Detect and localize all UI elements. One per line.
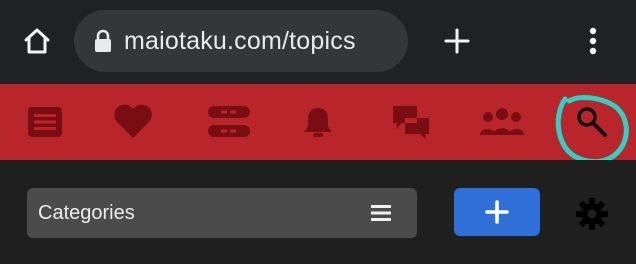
gear-icon [576, 198, 608, 230]
more-vert-icon [589, 27, 597, 55]
nav-item-toggles[interactable] [203, 100, 255, 144]
nav-item-search[interactable] [566, 100, 618, 144]
hamburger-icon [371, 205, 391, 221]
categories-dropdown[interactable]: Categories [27, 188, 417, 238]
address-bar[interactable]: maiotaku.com/topics [74, 10, 408, 72]
users-icon [480, 108, 524, 135]
nav-item-notifications[interactable] [292, 100, 344, 144]
home-icon [24, 28, 50, 54]
toggle-list-icon [208, 106, 250, 137]
topics-toolbar: Categories [0, 160, 636, 264]
menu-list-icon [28, 107, 62, 137]
browser-menu-button[interactable] [578, 20, 608, 62]
nav-item-menu[interactable] [19, 100, 71, 144]
lock-icon [94, 29, 112, 53]
nav-item-chat[interactable] [385, 100, 437, 144]
nav-item-favorites[interactable] [107, 100, 159, 144]
heart-icon [114, 104, 152, 138]
url-text: maiotaku.com/topics [124, 26, 356, 55]
nav-item-users[interactable] [476, 100, 528, 144]
site-nav-bar [0, 84, 636, 160]
browser-toolbar: maiotaku.com/topics [0, 0, 636, 84]
home-button[interactable] [18, 22, 56, 60]
bell-icon [304, 108, 332, 137]
settings-button[interactable] [572, 194, 612, 234]
categories-label: Categories [38, 201, 135, 224]
search-icon [577, 107, 607, 137]
chat-icon [393, 106, 429, 139]
new-tab-button[interactable] [436, 22, 478, 60]
plus-icon [485, 200, 509, 224]
new-tab-icon [444, 28, 470, 54]
new-topic-button[interactable] [454, 188, 540, 236]
